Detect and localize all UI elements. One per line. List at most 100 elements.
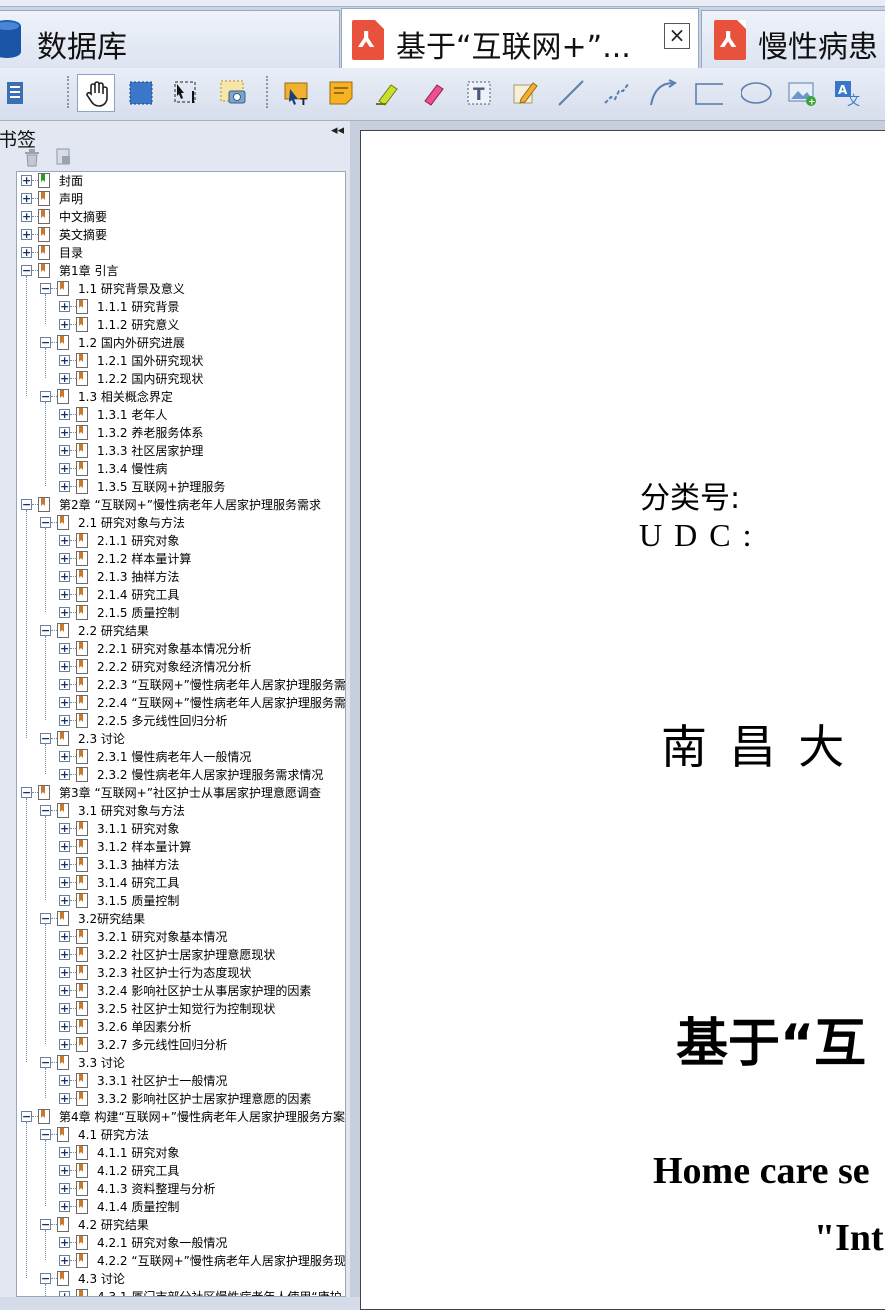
expand-icon[interactable]: + <box>59 427 70 438</box>
bookmark-item[interactable]: − 3.3 讨论 <box>17 1055 345 1073</box>
expand-icon[interactable]: + <box>59 931 70 942</box>
bookmark-item[interactable]: − 2.2 研究结果 <box>17 623 345 641</box>
bookmark-item[interactable]: − 3.1 研究对象与方法 <box>17 803 345 821</box>
bookmark-item[interactable]: +4.1.1 研究对象 <box>17 1145 345 1163</box>
expand-icon[interactable]: + <box>59 409 70 420</box>
collapse-icon[interactable]: − <box>40 913 51 924</box>
bookmark-item[interactable]: + 封面 <box>17 173 345 191</box>
bookmark-item[interactable]: + 声明 <box>17 191 345 209</box>
bookmark-item[interactable]: +2.2.1 研究对象基本情况分析 <box>17 641 345 659</box>
expand-icon[interactable]: + <box>59 553 70 564</box>
eraser-button[interactable] <box>414 74 452 112</box>
bookmark-item[interactable]: +2.2.2 研究对象经济情况分析 <box>17 659 345 677</box>
tab-document-active[interactable]: ⅄ 基于“互联网+”... × <box>341 8 699 70</box>
expand-icon[interactable]: + <box>21 211 32 222</box>
expand-icon[interactable]: + <box>21 193 32 204</box>
bookmark-item[interactable]: +1.2.2 国内研究现状 <box>17 371 345 389</box>
bookmark-item[interactable]: + 目录 <box>17 245 345 263</box>
bookmark-item[interactable]: − 1.3 相关概念界定 <box>17 389 345 407</box>
bookmark-item[interactable]: − 第1章 引言 <box>17 263 345 281</box>
bookmark-item[interactable]: +2.1.1 研究对象 <box>17 533 345 551</box>
collapse-icon[interactable]: − <box>40 1129 51 1140</box>
hand-tool-button[interactable] <box>77 74 115 112</box>
collapse-icon[interactable]: − <box>21 1111 32 1122</box>
bookmark-item[interactable]: +3.2.3 社区护士行为态度现状 <box>17 965 345 983</box>
expand-icon[interactable]: + <box>59 697 70 708</box>
bookmark-item[interactable]: +3.2.7 多元线性回归分析 <box>17 1037 345 1055</box>
expand-icon[interactable]: + <box>59 445 70 456</box>
ellipse-button[interactable] <box>736 74 774 112</box>
expand-icon[interactable]: + <box>59 1021 70 1032</box>
rectangle-button[interactable] <box>690 74 728 112</box>
add-bookmark-icon[interactable] <box>56 148 72 166</box>
insert-image-button[interactable]: + <box>782 74 820 112</box>
expand-icon[interactable]: + <box>59 1147 70 1158</box>
bookmark-item[interactable]: +1.1.1 研究背景 <box>17 299 345 317</box>
expand-icon[interactable]: + <box>59 1183 70 1194</box>
expand-icon[interactable]: + <box>59 985 70 996</box>
expand-icon[interactable]: + <box>59 1237 70 1248</box>
expand-icon[interactable]: + <box>59 895 70 906</box>
arc-button[interactable] <box>644 74 682 112</box>
expand-icon[interactable]: + <box>59 1093 70 1104</box>
translate-button[interactable]: A文 <box>828 74 866 112</box>
bookmark-item[interactable]: − 4.3 讨论 <box>17 1271 345 1289</box>
tab-database[interactable]: 数据库 <box>0 10 340 68</box>
collapse-icon[interactable]: − <box>21 265 32 276</box>
tab-document[interactable]: ⅄ 慢性病患 <box>701 10 885 68</box>
expand-icon[interactable]: + <box>59 661 70 672</box>
bookmark-item[interactable]: +3.1.5 质量控制 <box>17 893 345 911</box>
bookmark-item[interactable]: +3.1.2 样本量计算 <box>17 839 345 857</box>
delete-bookmark-icon[interactable] <box>24 149 40 167</box>
collapse-icon[interactable]: − <box>40 1219 51 1230</box>
bookmark-item[interactable]: +2.1.2 样本量计算 <box>17 551 345 569</box>
collapse-icon[interactable]: − <box>40 805 51 816</box>
expand-icon[interactable]: + <box>59 1003 70 1014</box>
collapse-icon[interactable]: − <box>40 283 51 294</box>
bookmark-item[interactable]: +2.2.4 “互联网+”慢性病老年人居家护理服务需求 <box>17 695 345 713</box>
expand-icon[interactable]: + <box>59 877 70 888</box>
bookmark-item[interactable]: +4.1.4 质量控制 <box>17 1199 345 1217</box>
bookmark-item[interactable]: − 4.2 研究结果 <box>17 1217 345 1235</box>
bookmark-item[interactable]: − 2.1 研究对象与方法 <box>17 515 345 533</box>
expand-icon[interactable]: + <box>59 319 70 330</box>
bookmark-item[interactable]: +3.2.5 社区护士知觉行为控制现状 <box>17 1001 345 1019</box>
bookmark-item[interactable]: +3.3.1 社区护士一般情况 <box>17 1073 345 1091</box>
bookmark-item[interactable]: +3.1.4 研究工具 <box>17 875 345 893</box>
expand-icon[interactable]: + <box>59 571 70 582</box>
bookmark-item[interactable]: +2.1.5 质量控制 <box>17 605 345 623</box>
expand-icon[interactable]: + <box>59 1165 70 1176</box>
expand-icon[interactable]: + <box>59 679 70 690</box>
expand-icon[interactable]: + <box>21 229 32 240</box>
expand-icon[interactable]: + <box>59 481 70 492</box>
expand-icon[interactable]: + <box>59 841 70 852</box>
bookmark-item[interactable]: − 1.1 研究背景及意义 <box>17 281 345 299</box>
expand-icon[interactable]: + <box>59 1039 70 1050</box>
expand-icon[interactable]: + <box>59 607 70 618</box>
bookmark-item[interactable]: +1.3.2 养老服务体系 <box>17 425 345 443</box>
collapse-icon[interactable]: − <box>21 499 32 510</box>
bookmark-item[interactable]: − 4.1 研究方法 <box>17 1127 345 1145</box>
expand-icon[interactable]: + <box>59 769 70 780</box>
expand-icon[interactable]: + <box>59 751 70 762</box>
bookmark-item[interactable]: + 英文摘要 <box>17 227 345 245</box>
expand-icon[interactable]: + <box>59 1291 70 1296</box>
select-area-button[interactable] <box>122 74 160 112</box>
expand-icon[interactable]: + <box>59 643 70 654</box>
sticky-note-button[interactable] <box>322 74 360 112</box>
snapshot-button[interactable] <box>214 74 252 112</box>
collapse-panel-icon[interactable]: ◂◂ <box>331 123 344 138</box>
expand-icon[interactable]: + <box>59 355 70 366</box>
expand-icon[interactable]: + <box>59 535 70 546</box>
collapse-icon[interactable]: − <box>40 1057 51 1068</box>
expand-icon[interactable]: + <box>59 715 70 726</box>
bookmark-item[interactable]: +1.2.1 国外研究现状 <box>17 353 345 371</box>
expand-icon[interactable]: + <box>59 463 70 474</box>
expand-icon[interactable]: + <box>21 175 32 186</box>
collapse-icon[interactable]: − <box>40 517 51 528</box>
bookmark-item[interactable]: +1.3.5 互联网+护理服务 <box>17 479 345 497</box>
bookmark-item[interactable]: +2.2.3 “互联网+”慢性病老年人居家护理服务需求 <box>17 677 345 695</box>
bookmark-item[interactable]: +3.2.6 单因素分析 <box>17 1019 345 1037</box>
pencil-button[interactable] <box>506 74 544 112</box>
bookmark-item[interactable]: +3.3.2 影响社区护士居家护理意愿的因素 <box>17 1091 345 1109</box>
